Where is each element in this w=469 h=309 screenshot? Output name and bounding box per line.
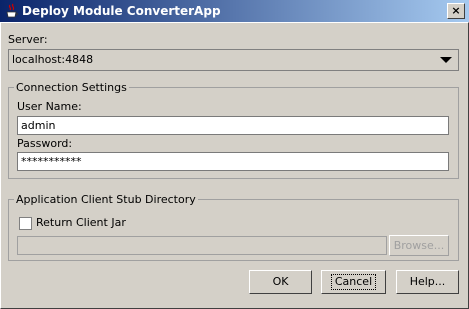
return-client-jar-checkbox[interactable] xyxy=(19,217,32,230)
help-button-label: Help... xyxy=(409,275,446,288)
java-app-icon xyxy=(4,3,20,19)
username-label: User Name: xyxy=(17,100,82,113)
password-value: *********** xyxy=(21,155,82,168)
title-bar[interactable]: Deploy Module ConverterApp × xyxy=(0,0,469,22)
return-client-jar-label: Return Client Jar xyxy=(36,216,126,229)
cancel-button-label: Cancel xyxy=(330,274,377,290)
window-title: Deploy Module ConverterApp xyxy=(22,4,221,18)
connection-settings-title: Connection Settings xyxy=(14,81,129,94)
password-label: Password: xyxy=(17,137,73,150)
stub-directory-field[interactable] xyxy=(17,236,387,255)
browse-button[interactable]: Browse... xyxy=(389,235,449,256)
cancel-button[interactable]: Cancel xyxy=(321,270,386,294)
server-combo[interactable]: localhost:4848 xyxy=(8,49,459,71)
ok-button[interactable]: OK xyxy=(249,270,312,294)
server-combo-value: localhost:4848 xyxy=(12,53,94,66)
help-button[interactable]: Help... xyxy=(396,270,459,294)
username-field[interactable]: admin xyxy=(17,116,449,135)
ok-button-label: OK xyxy=(272,275,289,288)
chevron-down-icon[interactable] xyxy=(440,57,452,63)
server-label: Server: xyxy=(8,33,48,46)
username-value: admin xyxy=(21,119,56,132)
password-field[interactable]: *********** xyxy=(17,152,449,171)
client-stub-title: Application Client Stub Directory xyxy=(14,193,198,206)
close-icon[interactable]: × xyxy=(447,3,465,19)
